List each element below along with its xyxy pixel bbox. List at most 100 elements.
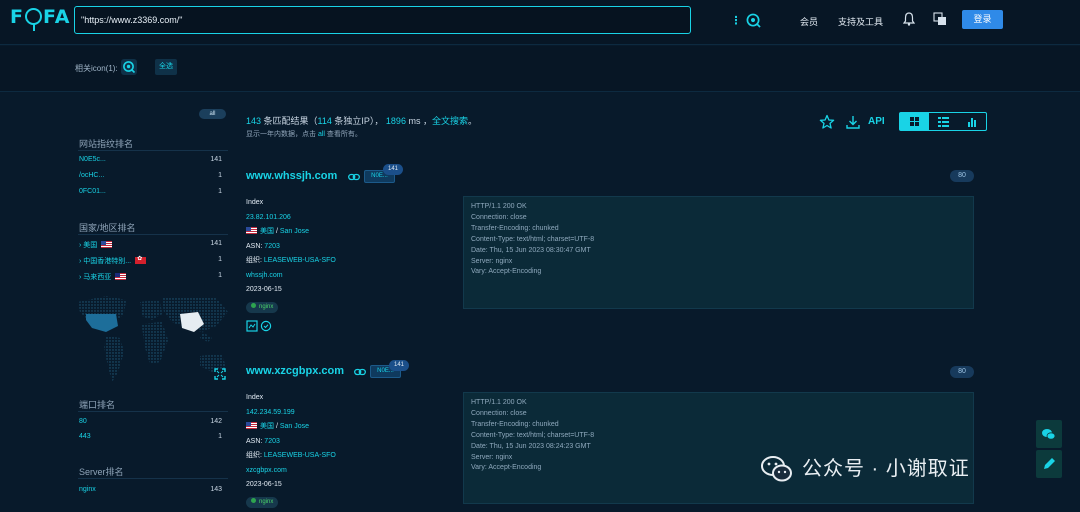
link-icon[interactable] [354,368,366,376]
site-title: Index [246,199,264,206]
search-input[interactable] [81,11,641,29]
domain-link[interactable]: xzcgbpx.com [246,464,336,479]
fingerprint-count: 1 [218,188,222,195]
server-tag[interactable]: nginx [246,301,279,313]
results-summary: 143 条匹配结果（114 条独立IP）， 1896 ms ，全文搜索。 [246,114,477,127]
total-count: 143 [246,116,262,126]
fingerprint-name: 0FC01... [79,188,106,195]
asn-label: ASN: [246,437,263,445]
country-link[interactable]: 美国 [260,228,274,235]
org-link[interactable]: LEASEWEB-USA-SFO [264,452,336,459]
domain-link[interactable]: whssjh.com [246,269,336,284]
site-title: Index [246,394,264,401]
server-rank-title: Server排名 [79,467,124,477]
favicon-icon [123,61,136,74]
divider [78,411,228,412]
list-view-button[interactable] [929,113,958,130]
download-icon[interactable] [845,114,861,130]
result-host-link[interactable]: www.whssjh.com [246,170,337,182]
grid-view-button[interactable] [900,113,929,130]
server-count: 143 [210,486,222,493]
fingerprint-rank-title: 网站指纹排名 [79,139,134,149]
search-icon[interactable] [746,13,761,28]
star-icon[interactable] [819,114,835,130]
org-label: 组织: [246,452,262,459]
country-link[interactable]: 美国 [260,423,274,430]
asn-link[interactable]: 7203 [264,438,280,445]
fingerprint-count: 141 [210,156,222,163]
chart-view-button[interactable] [958,113,987,130]
expand-map-icon[interactable] [214,368,226,380]
result-tools [246,320,272,332]
wechat-logo-icon [761,456,792,482]
server-name: nginx [79,486,96,493]
update-date: 2023-06-15 [246,481,282,488]
hk-flag-icon [135,255,147,264]
port-badge[interactable]: 80 [950,366,974,378]
fingerprint-name: N0E5c... [79,156,106,163]
nav-membership[interactable]: 会员 [800,15,818,28]
asn-label: ASN: [246,242,263,250]
login-button[interactable]: 登录 [962,10,1003,29]
fingerprint-count: 1 [218,172,222,179]
note-text: 显示一年内数据，点击 [246,131,318,138]
http-response-panel: HTTP/1.1 200 OK Connection: close Transf… [463,392,974,504]
show-all-link[interactable]: all [318,131,325,138]
my-flag-icon [115,273,127,280]
edit-float-button[interactable] [1036,450,1062,478]
org-link[interactable]: LEASEWEB-USA-SFO [264,257,336,264]
screenshot-icon[interactable] [246,320,258,332]
summary-text: 条独立IP）， [331,116,386,126]
country-count: 141 [210,240,222,247]
asn-link[interactable]: 7203 [264,243,280,250]
country-count: 1 [218,272,222,279]
fulltext-search-link[interactable]: 全文搜索 [432,116,468,126]
expand-chevron-icon[interactable]: › [79,274,81,281]
fofa-logo[interactable]: F FA [10,6,71,31]
port-badge[interactable]: 80 [950,170,974,182]
server-tag-label: nginx [259,303,274,310]
filter-all-badge[interactable]: all [199,109,226,119]
port-count: 142 [210,418,222,425]
shield-check-icon[interactable] [260,320,272,332]
bell-icon[interactable] [903,12,915,26]
fingerprint-count-badge: 141 [383,164,403,175]
port-name: 80 [79,418,87,425]
chart-view-icon [968,118,976,127]
server-tag[interactable]: nginx [246,496,279,508]
city-link[interactable]: San Jose [280,423,309,430]
divider [78,234,228,235]
query-time: 1896 [385,116,406,126]
us-flag-icon [246,227,257,234]
top-bar: FFA ⋮ 会员 支持及工具 登录 [0,0,1080,45]
more-options-icon[interactable]: ⋮ [730,14,742,28]
org-label: 组织: [246,257,262,264]
select-all-tag[interactable]: 全选 [155,59,177,75]
ip-link[interactable]: 142.234.59.199 [246,406,336,421]
summary-text: 条匹配结果（ [261,116,318,126]
server-tag-label: nginx [259,498,274,505]
api-button[interactable]: API [868,116,885,127]
pencil-icon [1044,458,1055,469]
language-icon[interactable] [933,12,947,26]
expand-chevron-icon[interactable]: › [79,242,81,249]
port-rank-title: 端口排名 [79,400,116,410]
city-link[interactable]: San Jose [280,228,309,235]
chat-float-button[interactable] [1036,420,1062,448]
country-count: 1 [218,256,222,263]
expand-chevron-icon[interactable]: › [79,258,81,265]
related-icons-bar: 相关icon(1): 全选 [0,46,1080,92]
summary-text: ms ， [405,116,432,126]
us-flag-icon [246,422,257,429]
summary-note: 显示一年内数据，点击 all 查看所有。 [246,129,362,139]
world-map[interactable] [76,292,232,384]
ip-link[interactable]: 23.82.101.206 [246,211,336,226]
result-host-link[interactable]: www.xzcgbpx.com [246,365,344,377]
related-icon-label: 相关icon(1): [75,64,118,73]
result-meta: Index 23.82.101.206 美国 / San Jose ASN: 7… [246,196,336,314]
related-favicon-button[interactable] [121,59,137,75]
nav-support-tools[interactable]: 支持及工具 [838,15,883,28]
country-name: 马来西亚 [83,274,112,281]
search-box: ⋮ [74,6,761,34]
link-icon[interactable] [348,173,360,181]
